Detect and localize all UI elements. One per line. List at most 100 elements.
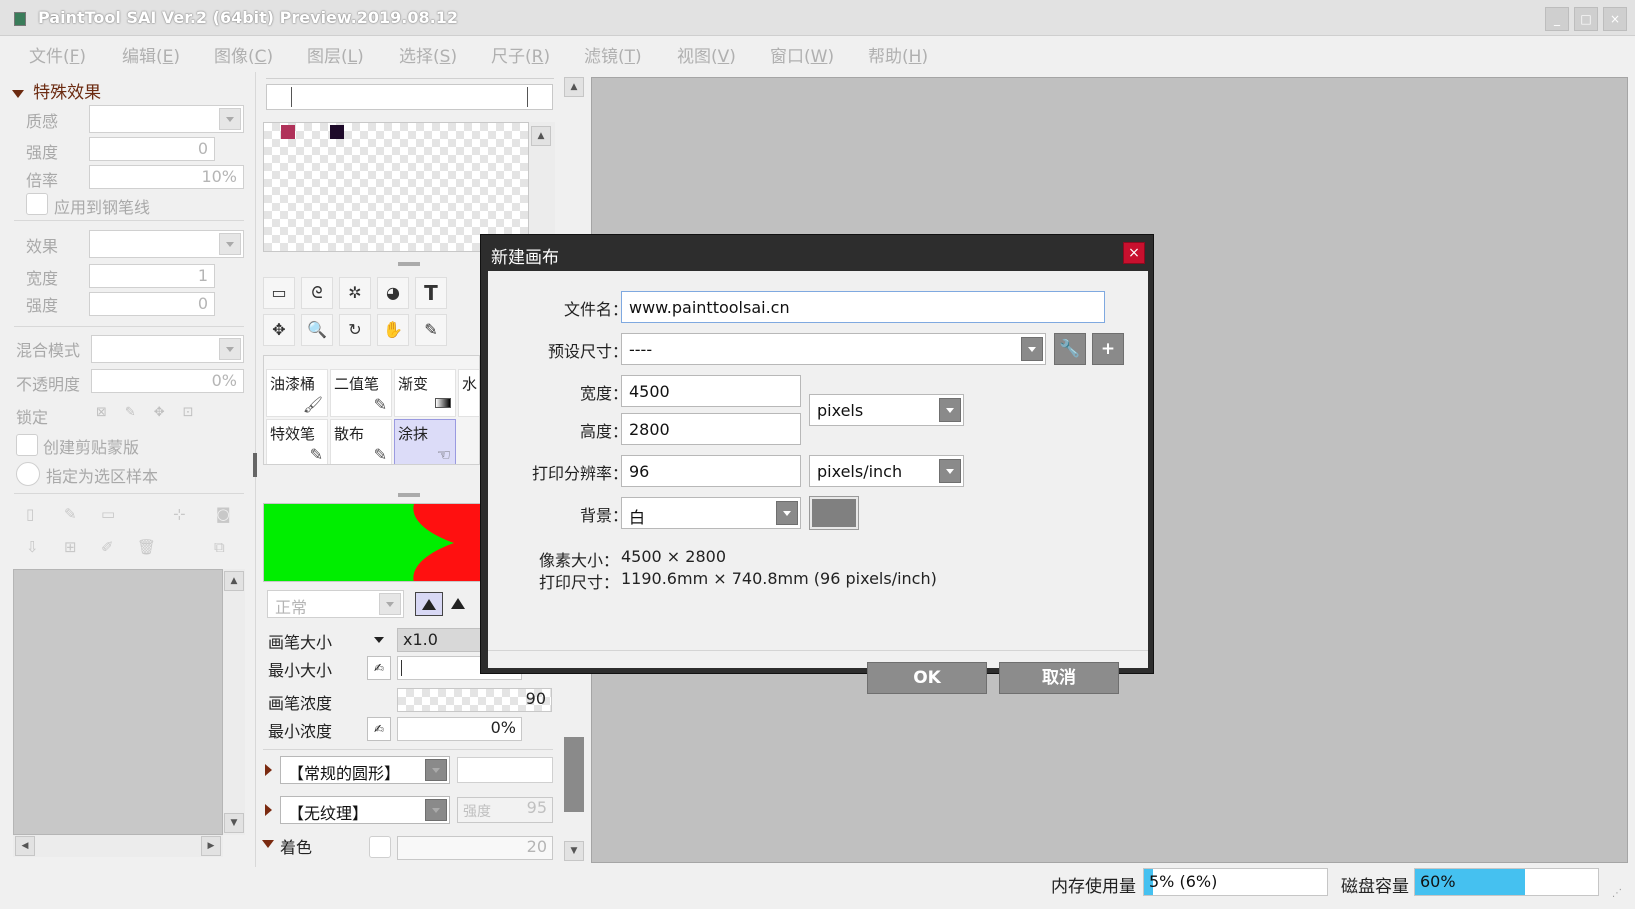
selection-source-radio[interactable] — [16, 462, 40, 486]
menu-layer[interactable]: 图层(L) — [307, 42, 364, 67]
dpi-unit-select[interactable]: pixels/inch — [809, 455, 964, 487]
delete-layer-icon[interactable]: 🗑 — [137, 538, 156, 556]
new-layer-icon[interactable]: ▯ — [26, 505, 34, 523]
swatch[interactable] — [281, 125, 295, 139]
pressure-icon[interactable]: ✍ — [367, 656, 391, 680]
swatch[interactable] — [330, 125, 344, 139]
zoom-tool[interactable]: 🔍 — [301, 314, 333, 346]
expand-icon[interactable] — [265, 764, 272, 776]
panel-resize-handle[interactable] — [253, 453, 257, 477]
brush-size-multiplier[interactable]: x1.0 — [397, 628, 483, 652]
scroll-left-button[interactable]: ◀ — [15, 836, 35, 856]
scrollbar-thumb[interactable] — [564, 737, 584, 812]
apply-mask-icon[interactable]: ◙ — [216, 505, 231, 523]
layer-list-scrollbar[interactable]: ▲ ▼ — [223, 569, 245, 835]
rect-select-tool[interactable]: ▭ — [263, 277, 295, 309]
opacity-slider[interactable]: 0% — [91, 369, 244, 393]
new-folder-icon[interactable]: ▭ — [101, 505, 115, 523]
brush-paint-bucket[interactable]: 油漆桶 🖌 — [266, 369, 328, 417]
scroll-up-button[interactable]: ▲ — [224, 571, 244, 591]
menu-file[interactable]: 文件(F) — [29, 42, 86, 67]
expand-icon[interactable] — [265, 804, 272, 816]
brush-water[interactable]: 水 — [458, 369, 479, 417]
shape-strength-field[interactable] — [457, 757, 553, 783]
brush-shape-select[interactable]: 【常规的圆形】 — [280, 756, 450, 784]
brush-gradient[interactable]: 渐变 — [394, 369, 456, 417]
apply-pen-checkbox[interactable] — [26, 193, 48, 215]
splitter-handle[interactable] — [398, 493, 420, 497]
scroll-down-button[interactable]: ▼ — [564, 841, 584, 861]
color-slider[interactable] — [266, 84, 553, 110]
dpi-input[interactable]: 96 — [621, 455, 801, 487]
move-tool[interactable]: ✥ — [263, 314, 295, 346]
section-header[interactable]: 特殊效果 — [12, 78, 101, 103]
filename-input[interactable]: www.painttoolsai.cn — [621, 291, 1105, 323]
menu-filter[interactable]: 滤镜(T) — [584, 42, 642, 67]
rotate-tool[interactable]: ↻ — [339, 314, 371, 346]
min-density-slider[interactable]: 0% — [397, 717, 522, 741]
lock-icons[interactable]: ⊠✎✥⊡ — [96, 405, 212, 420]
chevron-down-icon[interactable] — [374, 637, 384, 643]
swatch-palette[interactable] — [263, 122, 529, 252]
minimize-button[interactable]: _ — [1545, 7, 1569, 31]
menu-window[interactable]: 窗口(W) — [770, 42, 834, 67]
menu-select[interactable]: 选择(S) — [399, 42, 457, 67]
shape-tool[interactable]: ◕ — [377, 277, 409, 309]
quality-select[interactable] — [89, 105, 244, 133]
brush-smudge[interactable]: 涂抹 ☜ — [394, 419, 456, 464]
effect-select[interactable] — [89, 230, 244, 258]
add-preset-button[interactable]: + — [1092, 333, 1124, 365]
layer-list[interactable] — [13, 569, 223, 835]
wrench-button[interactable]: 🔧 — [1054, 333, 1086, 365]
layer-mask-icon[interactable]: ⊹ — [173, 505, 186, 523]
new-vector-layer-icon[interactable]: ✎ — [64, 505, 77, 523]
maximize-button[interactable]: □ — [1574, 7, 1598, 31]
clipping-mask-checkbox[interactable] — [16, 434, 38, 456]
strength-slider[interactable]: 0 — [89, 137, 215, 161]
cancel-button[interactable]: 取消 — [999, 662, 1119, 694]
preset-select[interactable]: ---- — [621, 333, 1046, 365]
texture-strength-slider[interactable]: 强度 95 — [457, 797, 553, 823]
scroll-right-button[interactable]: ▶ — [201, 836, 221, 856]
brush-scatter[interactable]: 散布 ✎ — [330, 419, 392, 464]
coloring-checkbox[interactable] — [369, 836, 391, 858]
magic-wand-tool[interactable]: ✲ — [339, 277, 371, 309]
strength2-slider[interactable]: 0 — [89, 292, 215, 316]
rate-slider[interactable]: 10% — [89, 165, 244, 189]
resize-grip-icon[interactable]: ⋰ — [1612, 888, 1622, 899]
width-slider[interactable]: 1 — [89, 264, 215, 288]
merge-visible-icon[interactable]: ⧉ — [214, 538, 225, 556]
ok-button[interactable]: OK — [867, 662, 987, 694]
eyedropper-tool[interactable]: ✎ — [415, 314, 447, 346]
collapse-icon[interactable] — [262, 840, 274, 848]
pressure-icon[interactable]: ✍ — [367, 717, 391, 741]
scroll-down-button[interactable]: ▼ — [224, 813, 244, 833]
splitter-handle[interactable] — [398, 262, 420, 266]
text-tool[interactable]: T — [415, 277, 447, 309]
scroll-up-button[interactable]: ▲ — [564, 77, 584, 97]
dialog-close-button[interactable]: × — [1123, 242, 1145, 264]
brush-binary-pen[interactable]: 二值笔 ✎ — [330, 369, 392, 417]
menu-help[interactable]: 帮助(H) — [868, 42, 928, 67]
hand-tool[interactable]: ✋ — [377, 314, 409, 346]
menu-edit[interactable]: 编辑(E) — [122, 42, 180, 67]
blend-mode-select[interactable]: 正常 — [267, 590, 404, 618]
merge-down-icon[interactable]: ⊞ — [64, 538, 77, 556]
menu-view[interactable]: 视图(V) — [677, 42, 736, 67]
width-input[interactable]: 4500 — [621, 375, 801, 407]
texture-select[interactable]: 【无纹理】 — [280, 796, 450, 824]
background-select[interactable]: 白 — [621, 497, 801, 529]
palette-scrollbar[interactable]: ▲ — [529, 122, 555, 252]
scroll-up-button[interactable]: ▲ — [531, 126, 551, 146]
layer-list-hscrollbar[interactable]: ◀ ▶ — [13, 835, 223, 857]
brush-density-slider[interactable]: 90 — [397, 688, 552, 712]
background-color-swatch[interactable] — [809, 496, 859, 530]
transfer-down-icon[interactable]: ⇩ — [26, 538, 39, 556]
clear-layer-icon[interactable]: ✐ — [101, 538, 114, 556]
triangle-icon[interactable] — [451, 598, 465, 609]
brush-effect-pen[interactable]: 特效笔 ✎ — [266, 419, 328, 464]
close-window-button[interactable]: × — [1603, 7, 1627, 31]
menu-image[interactable]: 图像(C) — [214, 42, 273, 67]
lasso-tool[interactable]: ᘓ — [301, 277, 333, 309]
menu-ruler[interactable]: 尺子(R) — [491, 42, 550, 67]
